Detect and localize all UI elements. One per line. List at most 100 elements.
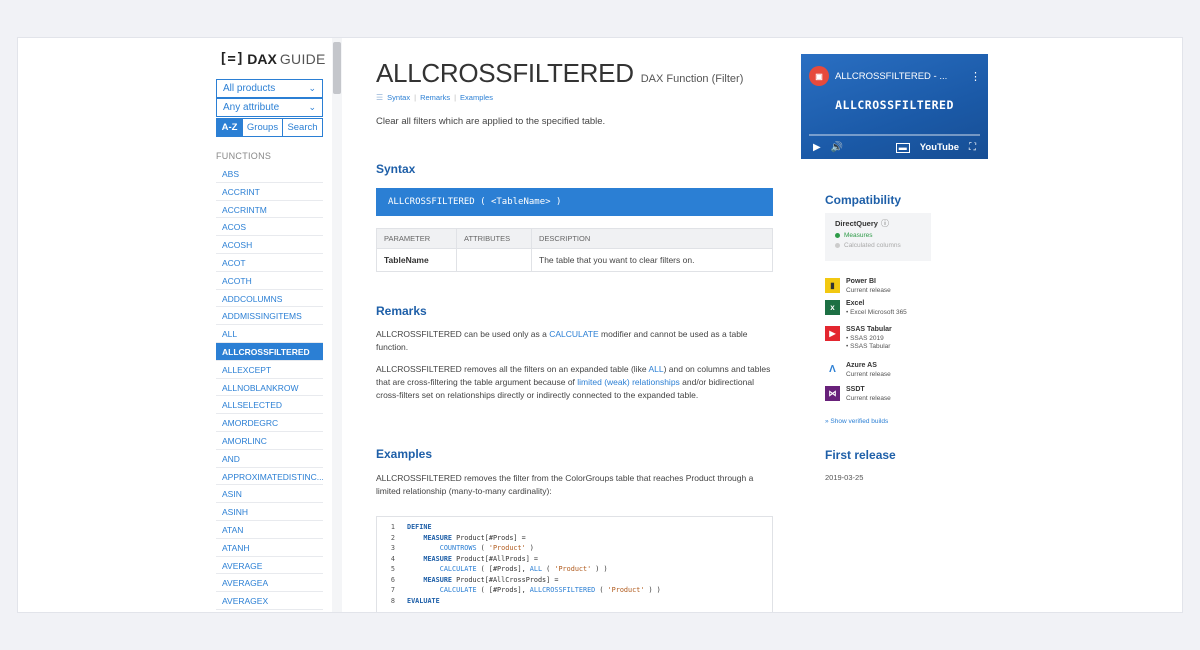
product-name: Azure AS [846,362,877,369]
show-verified-builds-link[interactable]: » Show verified builds [825,418,888,425]
tab-search[interactable]: Search [283,119,322,136]
product-detail: • SSAS Tabular [846,343,891,350]
tab-groups[interactable]: Groups [243,119,283,136]
link-calculate[interactable]: CALCULATE [549,329,598,339]
subtitles-icon[interactable]: ▬ [895,142,910,153]
sidebar-function-item[interactable]: ACCRINTM [216,201,323,219]
sidebar-function-item[interactable]: APPROXIMATEDISTINC... [216,468,323,486]
sidebar-tabs: A-Z Groups Search [216,118,323,137]
excel-icon: x [825,300,840,315]
sidebar-function-item[interactable]: ACOTH [216,272,323,290]
channel-logo-icon[interactable]: ▣ [809,66,829,86]
sidebar-function-item[interactable]: ABS [216,165,323,183]
link-syntax[interactable]: Syntax [387,93,410,102]
dq-calc-columns-label: Calculated columns [844,242,901,249]
azure-icon: Λ [825,362,840,377]
sidebar-function-item[interactable]: AND [216,450,323,468]
dax-guide-logo[interactable]: [=] DAX GUIDE [219,48,325,70]
param-attributes [456,248,532,272]
param-description: The table that you want to clear filters… [531,248,773,272]
sidebar-function-item[interactable]: ADDMISSINGITEMS [216,307,323,326]
sidebar-scrollbar[interactable] [332,38,342,612]
chevron-down-icon: ⌄ [308,83,316,93]
sidebar-function-item[interactable]: ALLCROSSFILTERED [216,342,323,361]
directquery-box: DirectQuery ⓘ Measures Calculated column… [825,213,931,261]
sidebar-function-item[interactable]: AMORLINC [216,432,323,450]
power-bi-icon: ▮ [825,278,840,293]
video-player[interactable]: ▣ ALLCROSSFILTERED - ... ⋮ ALLCROSSFILTE… [801,54,988,159]
attribute-select-value: Any attribute [223,102,280,113]
product-detail: • SSAS 2019 [846,334,884,342]
sidebar-function-item[interactable]: ACCRINT [216,183,323,201]
table-row: TableName The table that you want to cle… [376,248,773,272]
sidebar-function-item[interactable]: ASIN [216,485,323,504]
volume-icon[interactable]: 🔊 [831,142,843,153]
function-description: Clear all filters which are applied to t… [376,116,606,127]
product-name: SSDT [846,386,865,393]
sidebar-function-item[interactable]: ALLEXCEPT [216,361,323,379]
parameters-table: PARAMETER ATTRIBUTES DESCRIPTION TableNa… [376,228,773,272]
video-controls: ▶ 🔊 ▬ YouTube ⛶ [813,142,976,153]
functions-list: ABS ACCRINT ACCRINTM ACOS ACOSH ACOT ACOTH ADDC… [216,165,323,610]
product-detail: Current release [846,394,891,402]
separator: | [454,93,457,102]
play-icon[interactable]: ▶ [813,142,821,153]
info-icon[interactable]: ⓘ [881,218,889,229]
sidebar-function-item[interactable]: ACOSH [216,236,323,254]
products-select[interactable]: All products ⌄ [216,79,323,98]
code-block: 1 DEFINE 2 MEASURE Product[#Prods] = 3 CO… [376,516,773,612]
link-all[interactable]: ALL [648,364,663,374]
product-detail: Current release [846,370,891,378]
right-column: ▣ ALLCROSSFILTERED - ... ⋮ ALLCROSSFILTE… [801,38,991,612]
product-detail: • Excel Microsoft 365 [846,308,907,316]
link-remarks[interactable]: Remarks [420,93,450,102]
link-examples[interactable]: Examples [460,93,493,102]
sidebar-function-item[interactable]: ATANH [216,539,323,557]
logo-dax-text: DAX [247,51,277,67]
dq-calculated-columns: Calculated columns [835,242,921,249]
sidebar-function-item[interactable]: ATAN [216,521,323,539]
product-ssdt: ⋈ SSDT Current release [825,386,891,403]
link-limited-relationships[interactable]: limited (weak) relationships [577,377,680,387]
sidebar-function-item[interactable]: ALLSELECTED [216,396,323,415]
list-icon: ☰ [376,93,384,102]
fullscreen-icon[interactable]: ⛶ [969,142,976,153]
sidebar-function-item[interactable]: ADDCOLUMNS [216,290,323,308]
code-line: 3 COUNTROWS ( 'Product' ) [390,544,534,552]
examples-heading: Examples [376,447,433,461]
sidebar-function-item[interactable]: ACOS [216,218,323,237]
remarks-text: ALLCROSSFILTERED can be used only as a [376,329,550,339]
param-name: TableName [376,248,457,272]
video-header-title[interactable]: ALLCROSSFILTERED - ... [835,71,947,82]
product-name: Power BI [846,278,876,285]
sidebar-function-item[interactable]: AVERAGEX [216,592,323,610]
browser-viewport: [=] DAX GUIDE All products ⌄ Any attribu… [17,37,1183,613]
ssas-icon: ▶ [825,326,840,341]
dq-measures-label: Measures [844,232,873,239]
code-line: 7 CALCULATE ( [#Prods], ALLCROSSFILTERED… [390,586,661,594]
code-line: 6 MEASURE Product[#AllCrossProds] = [390,575,559,584]
remarks-paragraph-2: ALLCROSSFILTERED removes all the filters… [376,363,773,402]
sidebar: [=] DAX GUIDE All products ⌄ Any attribu… [216,38,325,612]
attribute-select[interactable]: Any attribute ⌄ [216,98,323,117]
sidebar-function-item[interactable]: AMORDEGRC [216,414,323,432]
tab-a-z[interactable]: A-Z [217,119,243,136]
youtube-logo[interactable]: YouTube [920,142,959,153]
video-title: ALLCROSSFILTERED [835,98,954,112]
sidebar-function-item[interactable]: AVERAGE [216,557,323,575]
scrollbar-thumb[interactable] [333,42,341,94]
more-options-icon[interactable]: ⋮ [970,70,981,83]
chevron-down-icon: ⌄ [308,102,316,112]
product-ssas-tabular: ▶ SSAS Tabular • SSAS 2019 • SSAS Tabular [825,326,892,352]
directquery-title: DirectQuery ⓘ [835,218,921,229]
sidebar-function-item[interactable]: ALL [216,325,323,343]
page-title: ALLCROSSFILTERED [376,58,634,88]
sidebar-function-item[interactable]: AVERAGEA [216,574,323,593]
first-release-date: 2019-03-25 [825,473,864,482]
sidebar-function-item[interactable]: ALLNOBLANKROW [216,379,323,397]
product-name: SSAS Tabular [846,326,892,333]
video-progress-bar[interactable] [809,134,980,136]
sidebar-function-item[interactable]: ACOT [216,254,323,272]
sidebar-function-item[interactable]: ASINH [216,503,323,521]
code-line: 8 EVALUATE [390,596,440,605]
